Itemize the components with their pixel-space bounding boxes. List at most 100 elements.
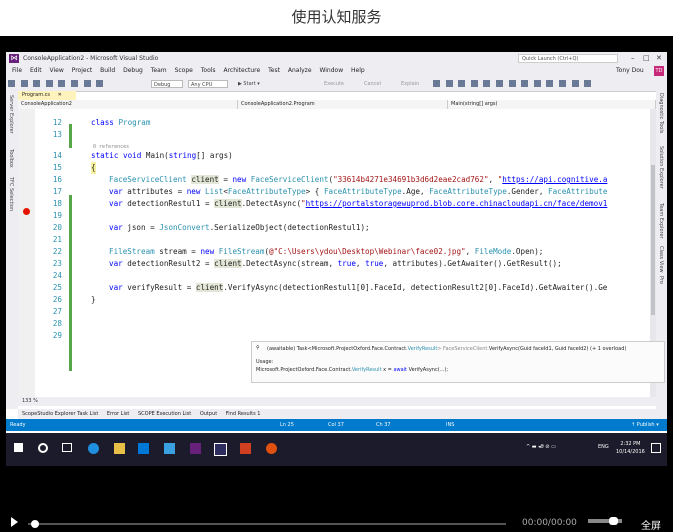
menu-build[interactable]: Build [100,67,115,74]
close-tab-icon[interactable]: ✕ [58,92,62,98]
step-icon[interactable] [584,80,592,87]
forward-icon[interactable] [20,80,28,87]
menu-team[interactable]: Team [151,67,167,74]
menu-architecture[interactable]: Architecture [223,67,260,74]
menu-edit[interactable]: Edit [30,67,42,74]
tab-class-view[interactable]: Class View [658,246,664,273]
status-bar: Ready Ln 25 Col 37 Ch 37 INS ↑ Publish ▾ [6,419,667,431]
explain-button[interactable]: Explain [401,77,419,91]
code-line: 14 static void Main(string[] args) [52,151,233,160]
format-icon[interactable] [433,80,440,87]
code-line: 26} [52,295,96,304]
menu-test[interactable]: Test [268,67,280,74]
zoom-level[interactable]: 133 % [22,398,38,404]
zoom-bar: 133 % [18,397,656,406]
tab-server-explorer[interactable]: Server Explorer [8,95,14,134]
code-line: 25 var verifyResult = client.VerifyAsync(… [52,283,608,292]
code-line: 28 [52,319,62,328]
task-view-icon[interactable] [62,443,72,452]
quick-launch-input[interactable]: Quick Launch (Ctrl+Q) [518,54,618,63]
store-icon[interactable] [138,443,149,454]
menu-debug[interactable]: Debug [123,67,143,74]
redo-icon[interactable] [96,80,104,87]
tab-toolbox[interactable]: Toolbox [8,149,14,168]
scrollbar-thumb[interactable] [651,165,655,315]
windows-start-icon[interactable] [14,443,23,452]
platform-select[interactable]: Any CPU [188,80,228,88]
playback-time: 00:00/00:00 [522,518,577,528]
open-icon[interactable] [45,80,53,87]
user-name[interactable]: Tony Dou [616,65,644,77]
new-project-icon[interactable] [33,80,41,87]
tab-find-results[interactable]: Find Results 1 [226,411,261,417]
search-icon[interactable] [38,443,48,453]
menu-window[interactable]: Window [319,67,343,74]
tab-scope-execution-list[interactable]: SCOPE Execution List [138,411,191,417]
member-dropdown[interactable]: Main(string[] args) [448,100,656,109]
tray-icons[interactable]: ^ ▬ ◂ϑ ⊘ ▭ [526,444,556,450]
app-icon[interactable] [266,443,277,454]
tab-diagnostic-tools[interactable]: Diagnostic Tools [658,93,664,133]
outdent-icon[interactable] [458,80,466,87]
minimize-button[interactable]: – [631,52,635,65]
menu-help[interactable]: Help [351,67,365,74]
visual-studio-icon[interactable] [190,443,201,454]
edge-icon[interactable] [88,443,99,454]
tab-output[interactable]: Output [200,411,217,417]
progress-handle[interactable] [31,520,39,528]
tab-solution-explorer[interactable]: Solution Explorer [658,146,664,189]
class-dropdown[interactable]: ConsoleApplication2.Program [238,100,448,109]
project-dropdown[interactable]: ConsoleApplication2 [18,100,238,109]
publish-button[interactable]: ↑ Publish ▾ [631,419,659,431]
taskbar-clock[interactable]: 2:32 PM 10/14/2016 [616,440,645,456]
tab-error-list[interactable]: Error List [107,411,130,417]
execute-button[interactable]: Execute [324,77,344,91]
configuration-select[interactable]: Debug [151,80,183,88]
volume-handle[interactable] [609,517,618,525]
tab-scopestudio-explorer-task-list[interactable]: ScopeStudio Explorer Task List [22,411,98,417]
menu-scope[interactable]: Scope [175,67,193,74]
app-icon[interactable] [164,443,175,454]
code-line: 27 [52,307,62,316]
replace-icon[interactable] [558,80,566,87]
menu-analyze[interactable]: Analyze [288,67,312,74]
indent-icon[interactable] [445,80,453,87]
prev-bookmark-icon[interactable] [508,80,516,87]
start-button[interactable]: ▶ Start ▾ [238,77,260,91]
save-all-icon[interactable] [70,80,78,87]
menu-project[interactable]: Project [72,67,93,74]
menu-bar: File Edit View Project Build Debug Team … [6,65,667,77]
tab-tfc-selection[interactable]: TFC Selection [8,177,14,211]
vs-active-icon[interactable] [214,443,227,456]
find-icon[interactable] [546,80,554,87]
play-icon[interactable] [11,517,18,527]
breakpoint-icon[interactable] [571,80,579,87]
cancel-button[interactable]: Cancel [364,77,381,91]
fullscreen-button[interactable]: 全屏 [641,517,661,532]
progress-bar[interactable] [28,523,506,525]
code-line: 15{ [52,162,96,174]
next-bookmark-icon[interactable] [521,80,529,87]
code-line: 17 var attributes = new List<FaceAttribut… [52,187,608,196]
tab-program-cs[interactable]: Program.cs ✕ [18,91,76,100]
tab-properties[interactable]: Pro [658,276,664,284]
avatar[interactable]: TD [654,66,664,76]
menu-file[interactable]: File [12,67,22,74]
close-button[interactable]: ✕ [656,52,662,65]
clear-bookmarks-icon[interactable] [533,80,541,87]
save-icon[interactable] [58,80,66,87]
menu-tools[interactable]: Tools [201,67,216,74]
undo-icon[interactable] [83,80,91,87]
menu-view[interactable]: View [50,67,64,74]
app-icon[interactable] [240,443,251,454]
file-explorer-icon[interactable] [114,443,125,454]
notifications-icon[interactable] [651,443,661,453]
language-indicator[interactable]: ENG [598,444,609,450]
maximize-button[interactable]: □ [643,52,650,65]
uncomment-icon[interactable] [483,80,491,87]
comment-icon[interactable] [470,80,478,87]
bookmark-icon[interactable] [495,80,503,87]
tab-team-explorer[interactable]: Team Explorer [658,203,664,239]
method-icon: ⚲ [256,345,260,351]
back-icon[interactable] [8,80,15,87]
